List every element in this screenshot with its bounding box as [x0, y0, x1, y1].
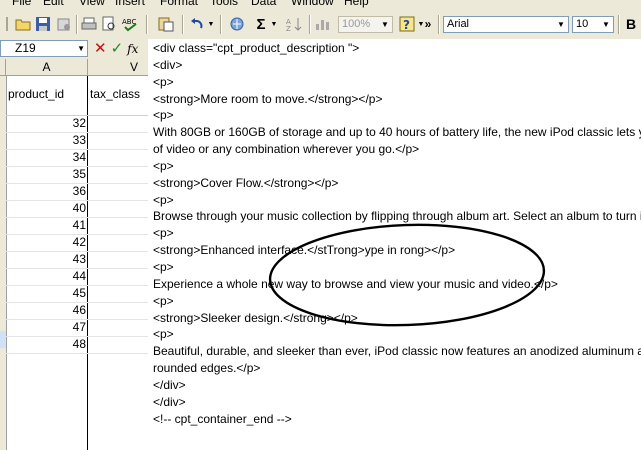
product-id-cell[interactable]: 47 [6, 319, 86, 336]
product-id-cell[interactable]: 48 [6, 336, 86, 353]
column-header-a[interactable]: A [6, 59, 88, 76]
product-id-cell[interactable]: 43 [6, 251, 86, 268]
toolbar-separator [76, 15, 78, 34]
cancel-icon[interactable]: ✕ [94, 40, 107, 58]
editor-line: rounded edges.</p> [153, 361, 261, 376]
svg-text:?: ? [403, 18, 410, 32]
font-size-select[interactable]: 10 ▼ [572, 16, 614, 33]
editor-line: <strong>Cover Flow.</strong></p> [153, 175, 339, 190]
product-id-cell[interactable]: 35 [6, 166, 86, 183]
toolbar-separator [618, 15, 620, 34]
product-id-cell[interactable]: 33 [6, 132, 86, 149]
toolbar-separator [220, 15, 222, 34]
menu-format[interactable]: Format [160, 0, 198, 8]
editor-line: Beautiful, durable, and sleeker than eve… [153, 344, 641, 359]
spelling-icon[interactable]: ABC [121, 15, 143, 33]
chevron-down-icon: ▼ [557, 20, 565, 29]
editor-line: <p> [153, 158, 174, 173]
menu-insert[interactable]: Insert [115, 0, 145, 8]
toolbar-separator [182, 15, 184, 34]
editor-line: <p> [153, 108, 174, 123]
toolbar-separator [438, 15, 440, 34]
font-name-select[interactable]: Arial ▼ [443, 16, 569, 33]
editor-line: <div> [153, 57, 183, 72]
help-icon[interactable]: ? [397, 15, 417, 33]
editor-line: <div class="cpt_product_description "> [153, 41, 360, 55]
toolbar-separator [309, 15, 311, 34]
editor-line: <!-- cpt_container_end --> [153, 411, 292, 426]
header-cell-product-id[interactable]: product_id [8, 87, 64, 101]
print-preview-icon[interactable] [100, 15, 118, 33]
save-icon[interactable] [34, 15, 52, 33]
editor-line: </div> [153, 394, 186, 409]
editor-line: </div> [153, 377, 186, 392]
paste-icon[interactable] [155, 15, 177, 33]
autosum-icon[interactable]: Σ [253, 15, 269, 33]
insert-function-icon[interactable]: fx [127, 42, 138, 56]
menu-window[interactable]: Window [291, 0, 334, 8]
open-folder-icon[interactable] [14, 15, 32, 33]
menu-tools[interactable]: Tools [210, 0, 238, 8]
menu-file[interactable]: File [12, 0, 31, 8]
editor-line: of video or any combination wherever you… [153, 142, 420, 157]
product-id-cell[interactable]: 36 [6, 183, 86, 200]
bold-icon[interactable]: B [622, 15, 640, 33]
product-id-cell[interactable]: 42 [6, 234, 86, 251]
chevron-down-icon: ▼ [602, 20, 610, 29]
product-id-cell[interactable]: 46 [6, 302, 86, 319]
name-box-value: Z19 [15, 41, 36, 55]
editor-line: <p> [153, 192, 174, 207]
product-id-cell[interactable]: 44 [6, 268, 86, 285]
header-cell-tax-class[interactable]: tax_class [90, 87, 140, 101]
zoom-select[interactable]: 100% ▼ [338, 16, 393, 33]
font-name-value: Arial [447, 18, 470, 30]
menu-view[interactable]: View [79, 0, 105, 8]
standard-toolbar: ABC ▼ Σ ▼ AZ 100% ▼ ? ▼ » Arial ▼ 10 ▼ B [0, 10, 641, 40]
font-size-value: 10 [576, 18, 589, 30]
product-id-cell[interactable]: 34 [6, 149, 86, 166]
annotation-ellipse [268, 223, 546, 327]
menu-edit[interactable]: Edit [43, 0, 64, 8]
sort-icon[interactable]: AZ [284, 15, 304, 33]
permission-icon[interactable] [55, 15, 73, 33]
enter-icon[interactable]: ✓ [111, 40, 124, 58]
editor-line: <p> [153, 74, 174, 89]
product-id-cell[interactable]: 32 [6, 115, 86, 132]
chart-wizard-icon[interactable] [313, 15, 333, 33]
svg-text:Z: Z [286, 25, 291, 32]
zoom-value: 100% [342, 18, 371, 30]
menu-bar: File Edit View Insert Format Tools Data … [0, 0, 641, 10]
toolbar-grip-icon [2, 15, 12, 33]
editor-line: With 80GB or 160GB of storage and up to … [153, 125, 641, 140]
name-box[interactable]: Z19 ▼ [0, 40, 88, 57]
product-id-cell[interactable]: 45 [6, 285, 86, 302]
editor-line: <strong>More room to move.</strong></p> [153, 91, 383, 106]
row-gridline [6, 353, 148, 354]
chevron-down-icon: ▼ [381, 20, 389, 29]
hyperlink-icon[interactable] [228, 15, 248, 33]
undo-dropdown-icon[interactable]: ▼ [207, 15, 215, 33]
undo-icon[interactable] [188, 15, 206, 33]
autosum-dropdown-icon[interactable]: ▼ [270, 15, 278, 33]
product-id-cell[interactable]: 40 [6, 200, 86, 217]
product-id-cell[interactable]: 41 [6, 217, 86, 234]
formula-buttons: ✕ ✓ fx [94, 40, 138, 58]
toolbar-separator [146, 15, 148, 34]
toolbar-options-icon[interactable]: » [423, 15, 433, 33]
menu-help[interactable]: Help [344, 0, 369, 8]
chevron-down-icon: ▼ [77, 44, 85, 53]
menu-data[interactable]: Data [251, 0, 276, 8]
print-icon[interactable] [80, 15, 98, 33]
